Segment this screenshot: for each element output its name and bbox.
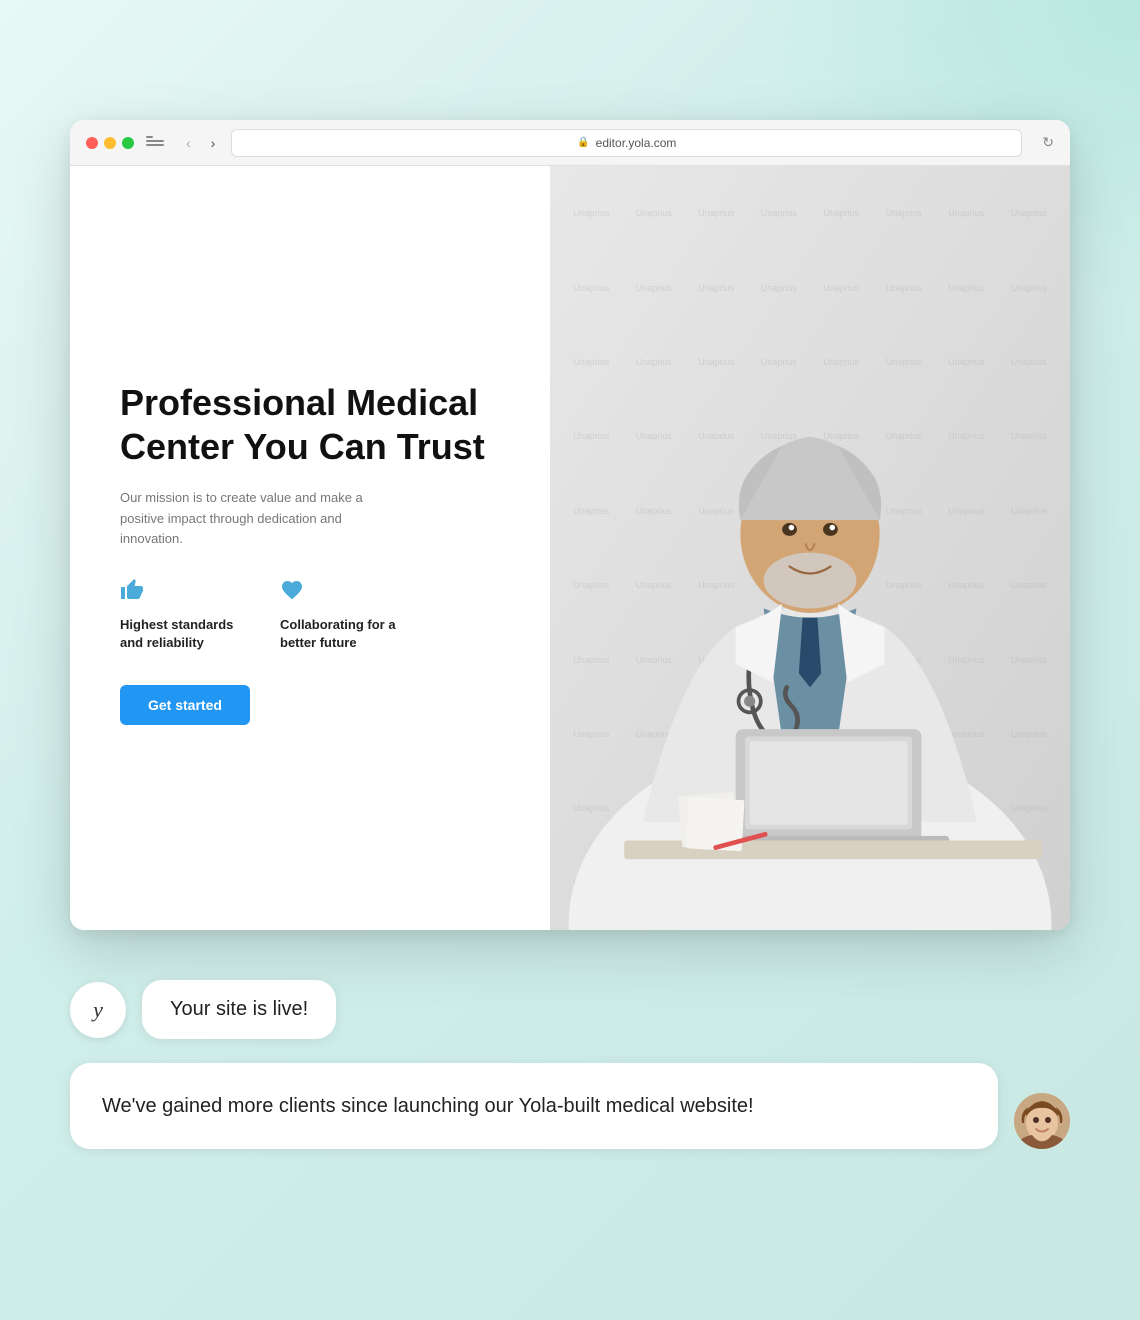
thumbs-up-icon — [120, 578, 250, 608]
feature-2-label: Collaborating for a better future — [280, 616, 410, 652]
feature-1-label: Highest standards and reliability — [120, 616, 250, 652]
reload-button[interactable]: ↻ — [1042, 134, 1054, 151]
back-button[interactable]: ‹ — [182, 133, 195, 153]
forward-button[interactable]: › — [207, 133, 220, 153]
yola-avatar: y — [70, 982, 126, 1038]
browser-chrome: ‹ › 🔒 editor.yola.com ↻ — [70, 120, 1070, 166]
feature-2: Collaborating for a better future — [280, 578, 410, 652]
doctor-illustration — [550, 166, 1070, 930]
sidebar-toggle-icon[interactable] — [146, 136, 164, 150]
address-bar[interactable]: 🔒 editor.yola.com — [231, 129, 1022, 157]
site-live-text: Your site is live! — [170, 998, 308, 1020]
features-row: Highest standards and reliability Collab… — [120, 578, 500, 652]
site-live-chat: y Your site is live! — [70, 980, 1070, 1039]
user-avatar — [1014, 1093, 1070, 1149]
chat-section: y Your site is live! We've gained more c… — [0, 940, 1140, 1320]
testimonial-text: We've gained more clients since launchin… — [102, 1095, 754, 1117]
hero-subtitle: Our mission is to create value and make … — [120, 488, 400, 550]
hero-title: Professional Medical Center You Can Trus… — [120, 381, 500, 467]
browser-window: ‹ › 🔒 editor.yola.com ↻ Professional Med… — [70, 120, 1070, 930]
traffic-lights — [86, 137, 134, 149]
url-text: editor.yola.com — [596, 136, 677, 150]
browser-content: Professional Medical Center You Can Trus… — [70, 166, 1070, 930]
close-button[interactable] — [86, 137, 98, 149]
heart-icon — [280, 578, 410, 608]
hero-image-panel: UnapriusUnapriusUnapriusUnaprius Unapriu… — [550, 166, 1070, 930]
get-started-button[interactable]: Get started — [120, 685, 250, 725]
feature-1: Highest standards and reliability — [120, 578, 250, 652]
hero-text-panel: Professional Medical Center You Can Trus… — [70, 166, 550, 930]
yola-letter: y — [93, 997, 103, 1023]
minimize-button[interactable] — [104, 137, 116, 149]
testimonial-bubble: We've gained more clients since launchin… — [70, 1063, 998, 1149]
testimonial-chat: We've gained more clients since launchin… — [70, 1063, 1070, 1149]
user-avatar-svg — [1014, 1093, 1070, 1149]
site-live-bubble: Your site is live! — [142, 980, 336, 1039]
maximize-button[interactable] — [122, 137, 134, 149]
lock-icon: 🔒 — [577, 137, 589, 148]
